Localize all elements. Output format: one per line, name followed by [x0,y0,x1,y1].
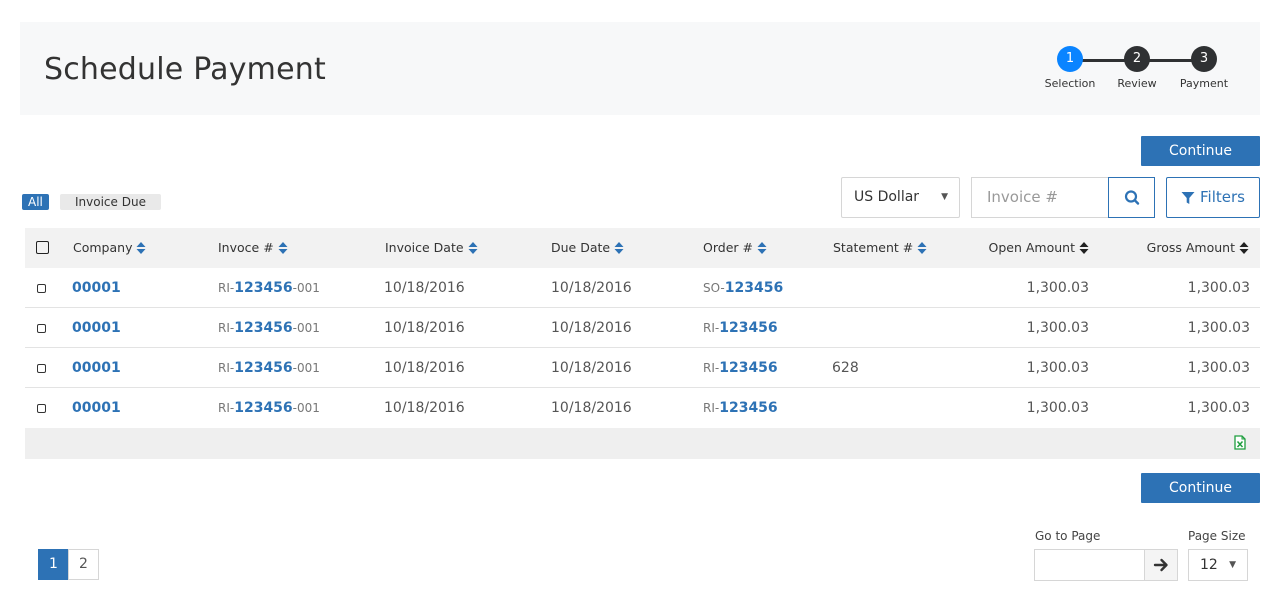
column-header-statement[interactable]: Statement # [833,228,927,268]
statement-number: 628 [832,360,859,376]
sort-icon [757,241,767,254]
column-header-company[interactable]: Company [73,228,146,268]
invoice-link[interactable]: RI-123456-001 [218,348,320,388]
row-checkbox[interactable] [37,404,46,413]
arrow-right-icon [1153,558,1168,572]
order-link[interactable]: RI-123456 [703,348,778,388]
column-header-gross-amount[interactable]: Gross Amount [1147,228,1249,268]
invoice-date: 10/18/2016 [384,320,465,336]
table-footer [25,428,1260,459]
table-row[interactable]: 00001 RI-123456-001 10/18/2016 10/18/201… [25,268,1260,308]
company-link[interactable]: 00001 [72,320,121,336]
gross-amount: 1,300.03 [1187,400,1250,416]
currency-value: US Dollar [854,189,920,205]
invoice-link[interactable]: RI-123456-001 [218,308,320,348]
search-icon [1124,190,1140,205]
column-header-due-date[interactable]: Due Date [551,228,624,268]
filter-pill-invoice-due[interactable]: Invoice Due [60,194,161,210]
gross-amount: 1,300.03 [1187,280,1250,296]
table-header: Company Invoce # Invoice Date Due Date O… [25,228,1260,268]
sort-icon [468,241,478,254]
due-date: 10/18/2016 [551,280,632,296]
invoice-table: Company Invoce # Invoice Date Due Date O… [25,228,1260,459]
excel-export-icon[interactable] [1234,435,1246,450]
step-label: Review [1117,77,1157,90]
company-link[interactable]: 00001 [72,400,121,416]
search-button[interactable] [1108,177,1155,218]
sort-icon [136,241,146,254]
open-amount: 1,300.03 [1026,280,1089,296]
row-checkbox[interactable] [37,284,46,293]
due-date: 10/18/2016 [551,360,632,376]
filters-label: Filters [1200,188,1245,206]
sort-icon [1239,241,1249,254]
due-date: 10/18/2016 [551,320,632,336]
page-size-value: 12 [1200,557,1218,573]
order-link[interactable]: SO-123456 [703,268,783,308]
step-label: Selection [1044,77,1096,90]
order-link[interactable]: RI-123456 [703,308,778,348]
step-number: 3 [1191,46,1217,72]
select-all-checkbox[interactable] [36,241,49,254]
goto-page-label: Go to Page [1035,529,1101,543]
continue-button-top[interactable]: Continue [1141,136,1260,166]
open-amount: 1,300.03 [1026,400,1089,416]
step-number: 2 [1124,46,1150,72]
caret-down-icon: ▼ [1229,560,1236,570]
step-selection: 1 Selection [1040,46,1100,90]
company-link[interactable]: 00001 [72,360,121,376]
page-size-select[interactable]: 12 ▼ [1188,549,1248,581]
page-header: Schedule Payment 1 Selection 2 Review 3 … [20,22,1260,115]
invoice-date: 10/18/2016 [384,400,465,416]
gross-amount: 1,300.03 [1187,320,1250,336]
column-header-invoice-date[interactable]: Invoice Date [385,228,478,268]
column-header-open-amount[interactable]: Open Amount [989,228,1089,268]
page-size-label: Page Size [1188,529,1246,543]
step-payment: 3 Payment [1174,46,1234,90]
row-checkbox[interactable] [37,324,46,333]
sort-icon [1079,241,1089,254]
order-link[interactable]: RI-123456 [703,388,778,428]
goto-page-button[interactable] [1144,549,1178,581]
column-header-order[interactable]: Order # [703,228,767,268]
invoice-link[interactable]: RI-123456-001 [218,388,320,428]
caret-down-icon: ▼ [941,192,948,202]
page-title: Schedule Payment [44,52,326,87]
sort-icon [278,241,288,254]
table-row[interactable]: 00001 RI-123456-001 10/18/2016 10/18/201… [25,348,1260,388]
filters-button[interactable]: Filters [1166,177,1260,218]
filter-pill-all[interactable]: All [22,194,49,210]
step-number: 1 [1057,46,1083,72]
column-header-invoice[interactable]: Invoce # [218,228,288,268]
company-link[interactable]: 00001 [72,280,121,296]
open-amount: 1,300.03 [1026,320,1089,336]
page-button-1[interactable]: 1 [38,549,69,580]
invoice-search-input[interactable]: Invoice # [971,177,1109,218]
currency-select[interactable]: US Dollar ▼ [841,177,960,218]
gross-amount: 1,300.03 [1187,360,1250,376]
invoice-date: 10/18/2016 [384,360,465,376]
sort-icon [917,241,927,254]
sort-icon [614,241,624,254]
page-button-2[interactable]: 2 [68,549,99,580]
open-amount: 1,300.03 [1026,360,1089,376]
table-row[interactable]: 00001 RI-123456-001 10/18/2016 10/18/201… [25,388,1260,428]
step-review: 2 Review [1107,46,1167,90]
goto-page-input[interactable] [1034,549,1145,581]
progress-stepper: 1 Selection 2 Review 3 Payment [1040,46,1240,96]
step-label: Payment [1179,77,1229,90]
due-date: 10/18/2016 [551,400,632,416]
invoice-date: 10/18/2016 [384,280,465,296]
row-checkbox[interactable] [37,364,46,373]
invoice-link[interactable]: RI-123456-001 [218,268,320,308]
table-row[interactable]: 00001 RI-123456-001 10/18/2016 10/18/201… [25,308,1260,348]
filter-icon [1181,192,1195,204]
continue-button-bottom[interactable]: Continue [1141,473,1260,503]
